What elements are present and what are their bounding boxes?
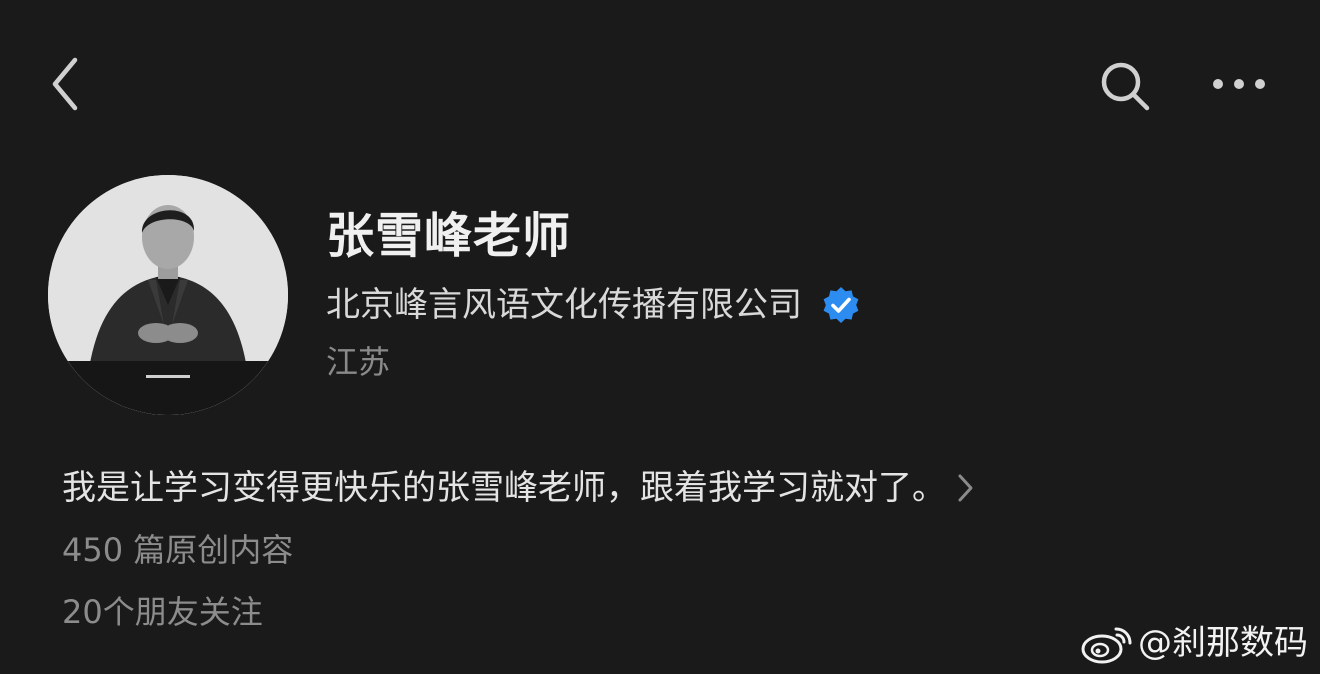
watermark: @刹那数码 (1080, 618, 1308, 668)
avatar-photo (48, 175, 288, 415)
organization-row: 北京峰言风语文化传播有限公司 (326, 282, 860, 328)
more-options-button[interactable] (1204, 60, 1274, 108)
avatar[interactable] (48, 175, 288, 415)
weibo-logo-icon (1081, 627, 1132, 664)
verified-badge-icon (822, 286, 860, 324)
profile-name: 张雪峰老师 (326, 208, 572, 264)
search-button[interactable] (1094, 55, 1156, 117)
bio-text: 我是让学习变得更快乐的张雪峰老师，跟着我学习就对了。 (62, 468, 946, 508)
bio-row[interactable]: 我是让学习变得更快乐的张雪峰老师，跟着我学习就对了。 (62, 464, 974, 512)
chevron-right-icon (956, 473, 974, 503)
chevron-left-icon (52, 57, 78, 111)
search-icon (1101, 62, 1150, 111)
back-button[interactable] (40, 52, 90, 116)
top-navigation-bar (0, 0, 1320, 170)
friends-following-count[interactable]: 20个朋友关注 (62, 590, 263, 634)
watermark-text: @刹那数码 (1138, 623, 1308, 663)
location-label: 江苏 (326, 343, 391, 381)
organization-name: 北京峰言风语文化传播有限公司 (326, 285, 802, 325)
original-articles-count[interactable]: 450 篇原创内容 (62, 528, 293, 572)
more-horizontal-icon (1213, 79, 1265, 89)
